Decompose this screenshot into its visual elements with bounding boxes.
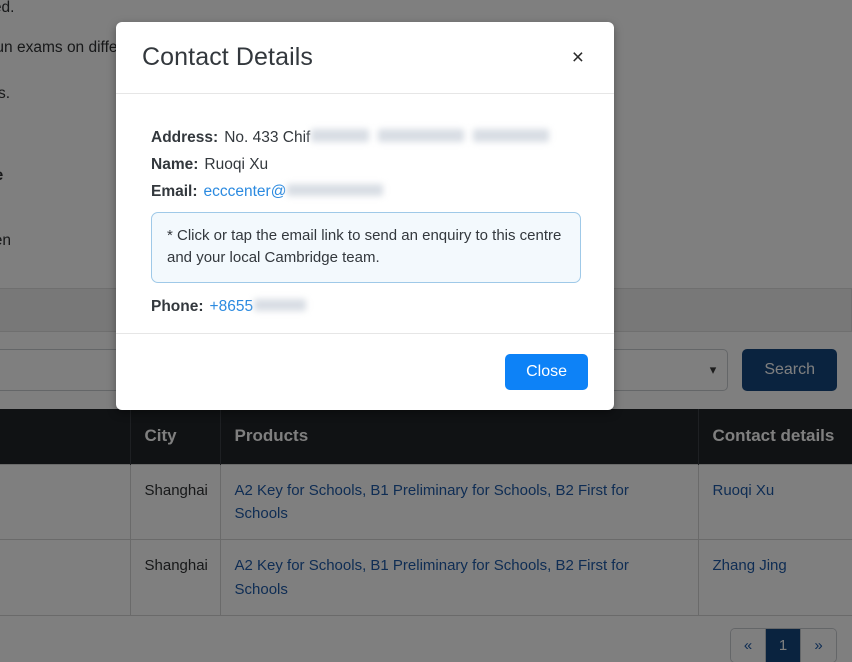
close-icon[interactable]: × — [566, 43, 590, 72]
close-button[interactable]: Close — [505, 354, 588, 390]
detail-row-phone: Phone: +8655 — [151, 295, 588, 319]
name-value: Ruoqi Xu — [204, 156, 269, 174]
address-value: No. 433 Chif — [224, 129, 311, 146]
phone-label: Phone: — [151, 297, 204, 315]
redaction-block — [311, 129, 370, 142]
contact-details-modal: Contact Details × Address: No. 433 Chif … — [116, 22, 614, 410]
page-root: m centre is located. am centres can run … — [0, 0, 852, 662]
redaction-block — [287, 184, 384, 197]
redaction-block — [473, 129, 550, 142]
modal-title: Contact Details — [142, 43, 314, 71]
address-label: Address: — [151, 129, 219, 146]
email-enquiry-note: * Click or tap the email link to send an… — [151, 212, 581, 283]
email-link[interactable]: ecccenter@ — [204, 180, 287, 204]
detail-row-email: Email: ecccenter@ — [151, 180, 588, 204]
modal-body: Address: No. 433 Chif Name: Ruoqi Xu Ema… — [116, 94, 614, 333]
name-label: Name: — [151, 156, 199, 174]
detail-row-address: Address: No. 433 Chif — [151, 126, 588, 150]
phone-link[interactable]: +8655 — [210, 295, 254, 319]
modal-header: Contact Details × — [116, 22, 614, 94]
detail-row-name: Name: Ruoqi Xu — [151, 153, 588, 177]
redaction-block — [378, 129, 465, 142]
email-label: Email: — [151, 183, 198, 201]
redaction-block — [254, 298, 307, 311]
modal-footer: Close — [116, 333, 614, 410]
